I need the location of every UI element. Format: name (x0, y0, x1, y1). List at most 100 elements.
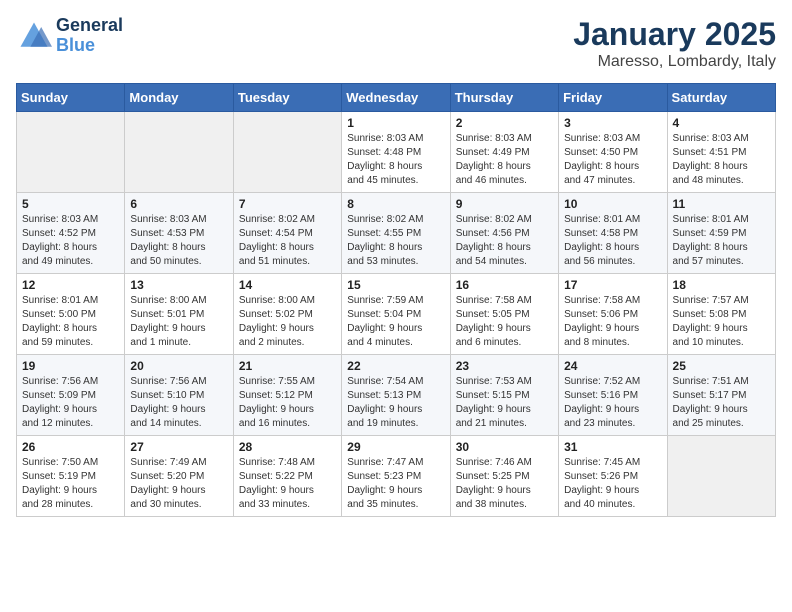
day-info: Sunrise: 8:00 AM Sunset: 5:02 PM Dayligh… (239, 294, 336, 350)
day-number: 18 (673, 278, 770, 292)
day-info: Sunrise: 8:00 AM Sunset: 5:01 PM Dayligh… (130, 294, 227, 350)
day-number: 28 (239, 440, 336, 454)
calendar-cell: 25 Sunrise: 7:51 AM Sunset: 5:17 PM Dayli… (667, 355, 775, 436)
calendar-cell: 31 Sunrise: 7:45 AM Sunset: 5:26 PM Dayli… (559, 436, 667, 517)
weekday-header-tuesday: Tuesday (233, 84, 341, 112)
weekday-header-monday: Monday (125, 84, 233, 112)
calendar-cell: 13 Sunrise: 8:00 AM Sunset: 5:01 PM Dayli… (125, 274, 233, 355)
day-number: 21 (239, 359, 336, 373)
day-info: Sunrise: 7:59 AM Sunset: 5:04 PM Dayligh… (347, 294, 444, 350)
day-info: Sunrise: 8:01 AM Sunset: 5:00 PM Dayligh… (22, 294, 119, 350)
day-number: 20 (130, 359, 227, 373)
day-number: 26 (22, 440, 119, 454)
day-info: Sunrise: 8:03 AM Sunset: 4:53 PM Dayligh… (130, 213, 227, 269)
day-number: 9 (456, 197, 553, 211)
calendar-title-area: January 2025 Maresso, Lombardy, Italy (573, 16, 776, 71)
calendar-cell: 29 Sunrise: 7:47 AM Sunset: 5:23 PM Dayli… (342, 436, 450, 517)
day-info: Sunrise: 7:52 AM Sunset: 5:16 PM Dayligh… (564, 375, 661, 431)
weekday-header-friday: Friday (559, 84, 667, 112)
calendar-cell: 3 Sunrise: 8:03 AM Sunset: 4:50 PM Daylig… (559, 112, 667, 193)
day-number: 7 (239, 197, 336, 211)
calendar-cell: 30 Sunrise: 7:46 AM Sunset: 5:25 PM Dayli… (450, 436, 558, 517)
day-info: Sunrise: 7:58 AM Sunset: 5:06 PM Dayligh… (564, 294, 661, 350)
day-info: Sunrise: 8:02 AM Sunset: 4:56 PM Dayligh… (456, 213, 553, 269)
calendar-cell: 28 Sunrise: 7:48 AM Sunset: 5:22 PM Dayli… (233, 436, 341, 517)
calendar-cell: 12 Sunrise: 8:01 AM Sunset: 5:00 PM Dayli… (17, 274, 125, 355)
calendar-cell (17, 112, 125, 193)
calendar-cell: 8Sunrise: 8:02 AM Sunset: 4:55 PM Daylig… (342, 193, 450, 274)
day-info: Sunrise: 7:47 AM Sunset: 5:23 PM Dayligh… (347, 456, 444, 512)
calendar-cell: 16 Sunrise: 7:58 AM Sunset: 5:05 PM Dayli… (450, 274, 558, 355)
calendar-cell: 14 Sunrise: 8:00 AM Sunset: 5:02 PM Dayli… (233, 274, 341, 355)
day-number: 10 (564, 197, 661, 211)
calendar-title: January 2025 (573, 16, 776, 53)
day-number: 13 (130, 278, 227, 292)
week-row-2: 5Sunrise: 8:03 AM Sunset: 4:52 PM Daylig… (17, 193, 776, 274)
calendar-cell: 1 Sunrise: 8:03 AM Sunset: 4:48 PM Daylig… (342, 112, 450, 193)
day-number: 8 (347, 197, 444, 211)
day-number: 15 (347, 278, 444, 292)
weekday-header-wednesday: Wednesday (342, 84, 450, 112)
day-info: Sunrise: 8:02 AM Sunset: 4:54 PM Dayligh… (239, 213, 336, 269)
calendar-cell: 7 Sunrise: 8:02 AM Sunset: 4:54 PM Daylig… (233, 193, 341, 274)
day-number: 2 (456, 116, 553, 130)
page-header: General Blue January 2025 Maresso, Lomba… (16, 16, 776, 71)
day-info: Sunrise: 7:48 AM Sunset: 5:22 PM Dayligh… (239, 456, 336, 512)
calendar-cell: 9 Sunrise: 8:02 AM Sunset: 4:56 PM Daylig… (450, 193, 558, 274)
day-info: Sunrise: 7:50 AM Sunset: 5:19 PM Dayligh… (22, 456, 119, 512)
day-info: Sunrise: 7:54 AM Sunset: 5:13 PM Dayligh… (347, 375, 444, 431)
day-number: 3 (564, 116, 661, 130)
day-info: Sunrise: 8:01 AM Sunset: 4:59 PM Dayligh… (673, 213, 770, 269)
day-number: 29 (347, 440, 444, 454)
day-number: 1 (347, 116, 444, 130)
day-info: Sunrise: 8:03 AM Sunset: 4:49 PM Dayligh… (456, 132, 553, 188)
day-number: 23 (456, 359, 553, 373)
calendar-cell: 24Sunrise: 7:52 AM Sunset: 5:16 PM Dayli… (559, 355, 667, 436)
calendar-cell (233, 112, 341, 193)
day-info: Sunrise: 7:55 AM Sunset: 5:12 PM Dayligh… (239, 375, 336, 431)
calendar-cell: 2 Sunrise: 8:03 AM Sunset: 4:49 PM Daylig… (450, 112, 558, 193)
day-info: Sunrise: 7:45 AM Sunset: 5:26 PM Dayligh… (564, 456, 661, 512)
day-number: 17 (564, 278, 661, 292)
day-info: Sunrise: 7:51 AM Sunset: 5:17 PM Dayligh… (673, 375, 770, 431)
day-number: 6 (130, 197, 227, 211)
day-info: Sunrise: 8:03 AM Sunset: 4:50 PM Dayligh… (564, 132, 661, 188)
day-info: Sunrise: 7:49 AM Sunset: 5:20 PM Dayligh… (130, 456, 227, 512)
logo-text: General Blue (56, 16, 123, 56)
weekday-header-saturday: Saturday (667, 84, 775, 112)
logo: General Blue (16, 16, 123, 56)
calendar-cell: 21 Sunrise: 7:55 AM Sunset: 5:12 PM Dayli… (233, 355, 341, 436)
day-number: 19 (22, 359, 119, 373)
day-info: Sunrise: 7:58 AM Sunset: 5:05 PM Dayligh… (456, 294, 553, 350)
day-number: 16 (456, 278, 553, 292)
calendar-cell (667, 436, 775, 517)
calendar-cell: 5Sunrise: 8:03 AM Sunset: 4:52 PM Daylig… (17, 193, 125, 274)
day-info: Sunrise: 7:53 AM Sunset: 5:15 PM Dayligh… (456, 375, 553, 431)
day-info: Sunrise: 7:46 AM Sunset: 5:25 PM Dayligh… (456, 456, 553, 512)
calendar-cell: 10 Sunrise: 8:01 AM Sunset: 4:58 PM Dayli… (559, 193, 667, 274)
week-row-3: 12 Sunrise: 8:01 AM Sunset: 5:00 PM Dayli… (17, 274, 776, 355)
calendar-cell: 17 Sunrise: 7:58 AM Sunset: 5:06 PM Dayli… (559, 274, 667, 355)
day-info: Sunrise: 7:57 AM Sunset: 5:08 PM Dayligh… (673, 294, 770, 350)
week-row-1: 1 Sunrise: 8:03 AM Sunset: 4:48 PM Daylig… (17, 112, 776, 193)
week-row-5: 26 Sunrise: 7:50 AM Sunset: 5:19 PM Dayli… (17, 436, 776, 517)
day-number: 22 (347, 359, 444, 373)
day-number: 25 (673, 359, 770, 373)
day-number: 30 (456, 440, 553, 454)
day-number: 14 (239, 278, 336, 292)
weekday-header-thursday: Thursday (450, 84, 558, 112)
day-info: Sunrise: 7:56 AM Sunset: 5:10 PM Dayligh… (130, 375, 227, 431)
calendar-cell: 11 Sunrise: 8:01 AM Sunset: 4:59 PM Dayli… (667, 193, 775, 274)
calendar-subtitle: Maresso, Lombardy, Italy (573, 53, 776, 71)
calendar-cell: 23 Sunrise: 7:53 AM Sunset: 5:15 PM Dayli… (450, 355, 558, 436)
day-info: Sunrise: 8:03 AM Sunset: 4:51 PM Dayligh… (673, 132, 770, 188)
day-info: Sunrise: 8:01 AM Sunset: 4:58 PM Dayligh… (564, 213, 661, 269)
calendar-cell: 20 Sunrise: 7:56 AM Sunset: 5:10 PM Dayli… (125, 355, 233, 436)
calendar-cell: 27Sunrise: 7:49 AM Sunset: 5:20 PM Dayli… (125, 436, 233, 517)
calendar-cell: 15 Sunrise: 7:59 AM Sunset: 5:04 PM Dayli… (342, 274, 450, 355)
weekday-header-sunday: Sunday (17, 84, 125, 112)
day-number: 31 (564, 440, 661, 454)
day-info: Sunrise: 8:03 AM Sunset: 4:48 PM Dayligh… (347, 132, 444, 188)
day-number: 12 (22, 278, 119, 292)
day-number: 11 (673, 197, 770, 211)
